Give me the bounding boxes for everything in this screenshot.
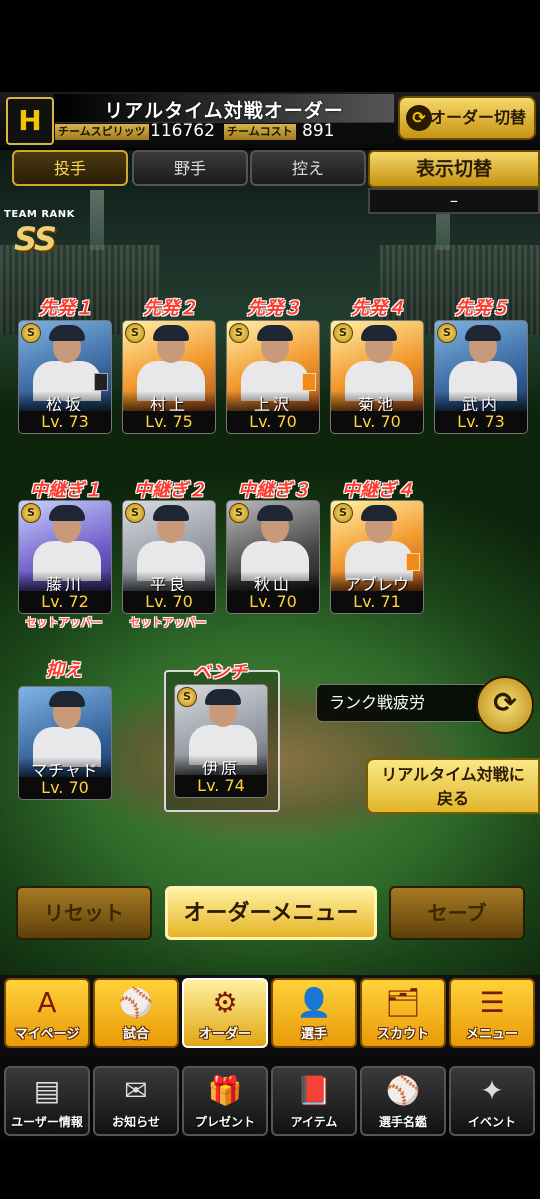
order-switch-label: オーダー切替 [429, 108, 526, 127]
top-blank-area [0, 0, 540, 95]
tab-reserve[interactable]: 控え [250, 150, 366, 186]
team-cost-label: チームコスト [224, 124, 296, 140]
skill-slot [94, 373, 108, 391]
rank-s-badge: S [125, 503, 145, 523]
swap-icon: ⟳ [406, 105, 432, 131]
player-level: Lv. 70 [19, 777, 111, 799]
player-level: Lv. 71 [331, 591, 423, 613]
player-card-reliever-3[interactable]: S 秋山 Lv. 70 [226, 500, 320, 614]
player-card-reliever-1[interactable]: S 藤川 Lv. 72 [18, 500, 112, 614]
team-spirits-label: チームスピリッツ [55, 124, 149, 140]
scout-card-icon: 🗂 [385, 986, 421, 1019]
player-card-bench[interactable]: S 伊原 Lv. 74 [174, 684, 268, 798]
nav-items[interactable]: 📕 アイテム [271, 1066, 357, 1136]
nav-players[interactable]: 👤 選手 [271, 978, 357, 1048]
skill-slot [302, 373, 316, 391]
starter-2-position: 先発２ [143, 298, 197, 319]
starter-3-position: 先発３ [247, 298, 301, 319]
nav-player-directory[interactable]: ⚾ 選手名鑑 [360, 1066, 446, 1136]
rank-s-badge: S [333, 323, 353, 343]
player-level: Lv. 73 [435, 411, 527, 433]
player-card-reliever-4[interactable]: S アブレウ Lv. 71 [330, 500, 424, 614]
player-card-starter-4[interactable]: S 菊池 Lv. 70 [330, 320, 424, 434]
reliever-2-role: セットアッパー [129, 616, 207, 629]
gift-icon: 🎁 [207, 1074, 243, 1107]
player-card-closer[interactable]: マチャド Lv. 70 [18, 686, 112, 800]
tab-pitcher[interactable]: 投手 [12, 150, 128, 186]
team-spirits-value: 116762 [150, 121, 215, 141]
team-rank-label: TEAM RANK [4, 209, 75, 220]
player-level: Lv. 70 [227, 591, 319, 613]
team-cost-value: 891 [302, 121, 335, 141]
order-menu-button[interactable]: オーダーメニュー [165, 886, 377, 940]
player-level: Lv. 72 [19, 591, 111, 613]
return-to-realtime-button[interactable]: リアルタイム対戦に 戻る [366, 758, 540, 814]
save-button[interactable]: セーブ [389, 886, 525, 940]
team-logo: H [6, 97, 54, 145]
nav-mypage[interactable]: A マイページ [4, 978, 90, 1048]
reliever-4-position: 中継ぎ４ [342, 480, 414, 501]
starter-1-position: 先発１ [39, 298, 93, 319]
player-level: Lv. 73 [19, 411, 111, 433]
tab-fielder[interactable]: 野手 [132, 150, 248, 186]
player-directory-icon: ⚾ [385, 1074, 421, 1107]
skill-slot [406, 553, 420, 571]
display-switch-value: – [368, 188, 540, 214]
nav-order[interactable]: ⚙ オーダー [182, 978, 268, 1048]
player-card-reliever-2[interactable]: S 平良 Lv. 70 [122, 500, 216, 614]
reliever-2-position: 中継ぎ２ [134, 480, 206, 501]
nav-present[interactable]: 🎁 プレゼント [182, 1066, 268, 1136]
player-card-starter-2[interactable]: S 村上 Lv. 75 [122, 320, 216, 434]
player-level: Lv. 70 [227, 411, 319, 433]
nav-news[interactable]: ✉ お知らせ [93, 1066, 179, 1136]
event-icon: ✦ [480, 1074, 504, 1107]
nav-game[interactable]: ⚾ 試合 [93, 978, 179, 1048]
player-level: Lv. 70 [123, 591, 215, 613]
rank-s-badge: S [229, 323, 249, 343]
reset-button[interactable]: リセット [16, 886, 152, 940]
order-icon: ⚙ [212, 986, 238, 1019]
rank-s-badge: S [333, 503, 353, 523]
rank-s-badge: S [21, 323, 41, 343]
rank-s-badge: S [21, 503, 41, 523]
player-portrait [19, 687, 111, 767]
reliever-1-position: 中継ぎ１ [30, 480, 102, 501]
stadium-light [90, 190, 104, 250]
starter-5-position: 先発５ [455, 298, 509, 319]
nav-events[interactable]: ✦ イベント [449, 1066, 535, 1136]
order-switch-button[interactable]: ⟳ オーダー切替 [398, 96, 536, 140]
rank-s-badge: S [125, 323, 145, 343]
rank-s-badge: S [229, 503, 249, 523]
player-level: Lv. 70 [331, 411, 423, 433]
return-button-line2: 戻る [436, 789, 469, 808]
closer-position: 抑え [46, 660, 82, 681]
player-card-starter-3[interactable]: S 上沢 Lv. 70 [226, 320, 320, 434]
stadium-icon: ⚾ [118, 986, 154, 1019]
menu-icon: ☰ [479, 986, 505, 1019]
rank-s-badge: S [437, 323, 457, 343]
system-bar [0, 1140, 540, 1199]
player-icon: 👤 [296, 986, 332, 1019]
team-rank-value: SS [14, 220, 57, 258]
nav-user-info[interactable]: ▤ ユーザー情報 [4, 1066, 90, 1136]
player-card-starter-5[interactable]: S 武内 Lv. 73 [434, 320, 528, 434]
refresh-icon[interactable]: ⟳ [476, 676, 534, 734]
user-info-icon: ▤ [33, 1074, 61, 1107]
player-level: Lv. 74 [175, 775, 267, 797]
item-book-icon: 📕 [296, 1074, 332, 1107]
mypage-icon: A [37, 986, 57, 1019]
nav-menu[interactable]: ☰ メニュー [449, 978, 535, 1048]
rank-s-badge: S [177, 687, 197, 707]
starter-4-position: 先発４ [351, 298, 405, 319]
news-icon: ✉ [124, 1074, 148, 1107]
return-button-line1: リアルタイム対戦に [381, 765, 525, 784]
display-switch-button[interactable]: 表示切替 [368, 150, 540, 188]
nav-scout[interactable]: 🗂 スカウト [360, 978, 446, 1048]
player-card-starter-1[interactable]: S 松坂 Lv. 73 [18, 320, 112, 434]
page-title: リアルタイム対戦オーダー [104, 100, 344, 122]
reliever-1-role: セットアッパー [25, 616, 103, 629]
player-level: Lv. 75 [123, 411, 215, 433]
reliever-3-position: 中継ぎ３ [238, 480, 310, 501]
bench-position: ベンチ [193, 662, 247, 683]
